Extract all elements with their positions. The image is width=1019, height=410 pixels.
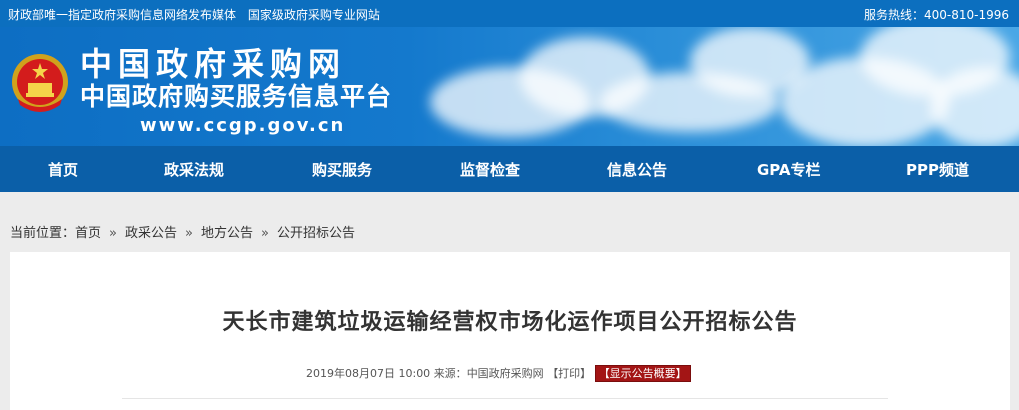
breadcrumb-open-tender[interactable]: 公开招标公告 <box>277 226 355 241</box>
national-emblem-icon <box>12 54 68 112</box>
national-site-text: 国家级政府采购专业网站 <box>247 8 380 22</box>
main-nav: 首页 政采法规 购买服务 监督检查 信息公告 GPA专栏 PPP频道 <box>0 146 1019 192</box>
nav-item-purchase-services[interactable]: 购买服务 <box>312 159 372 180</box>
nav-item-supervision[interactable]: 监督检查 <box>460 159 520 180</box>
breadcrumb-local[interactable]: 地方公告 <box>201 226 253 241</box>
site-name-title: 中国政府采购网 <box>80 45 347 83</box>
breadcrumb-home[interactable]: 首页 <box>75 226 101 241</box>
nav-item-ppp[interactable]: PPP频道 <box>906 159 969 180</box>
breadcrumb-prefix: 当前位置： <box>10 226 76 241</box>
official-media-text: 财政部唯一指定政府采购信息网络发布媒体 <box>8 8 237 22</box>
article-source-label: 来源： <box>433 367 467 380</box>
divider <box>122 398 888 399</box>
article-title: 天长市建筑垃圾运输经营权市场化运作项目公开招标公告 <box>222 310 798 335</box>
breadcrumb-separator: » <box>185 226 193 241</box>
article-source: 中国政府采购网 <box>466 367 544 380</box>
article-date: 2019年08月07日 10:00 <box>306 367 431 380</box>
article-panel: 天长市建筑垃圾运输经营权市场化运作项目公开招标公告 2019年08月07日 10… <box>10 252 1010 410</box>
print-button[interactable]: 【打印】 <box>547 367 591 380</box>
hotline-label: 服务热线： <box>863 8 924 22</box>
hotline: 服务热线：400-810-1996 <box>864 6 1009 23</box>
site-banner: 中国政府采购网 中国政府购买服务信息平台 www.ccgp.gov.cn <box>0 27 1019 146</box>
top-info-left: 财政部唯一指定政府采购信息网络发布媒体 国家级政府采购专业网站 <box>8 6 388 23</box>
nav-item-gpa[interactable]: GPA专栏 <box>757 159 821 180</box>
site-subtitle: 中国政府购买服务信息平台 <box>80 82 393 111</box>
breadcrumb-gov-procurement[interactable]: 政采公告 <box>125 226 177 241</box>
article-meta: 2019年08月07日 10:00 来源：中国政府采购网 【打印】 【显示公告概… <box>306 365 691 382</box>
nav-item-regulations[interactable]: 政采法规 <box>164 159 224 180</box>
nav-item-announcements[interactable]: 信息公告 <box>607 159 667 180</box>
hotline-number: 400-810-1996 <box>923 8 1009 22</box>
breadcrumb: 当前位置：首页 » 政采公告 » 地方公告 » 公开招标公告 <box>10 222 355 241</box>
site-url[interactable]: www.ccgp.gov.cn <box>140 115 345 136</box>
nav-item-home[interactable]: 首页 <box>48 159 78 180</box>
breadcrumb-separator: » <box>109 226 117 241</box>
top-info-bar: 财政部唯一指定政府采购信息网络发布媒体 国家级政府采购专业网站 服务热线：400… <box>0 0 1019 27</box>
breadcrumb-separator: » <box>261 226 269 241</box>
show-summary-button[interactable]: 【显示公告概要】 <box>594 365 691 382</box>
